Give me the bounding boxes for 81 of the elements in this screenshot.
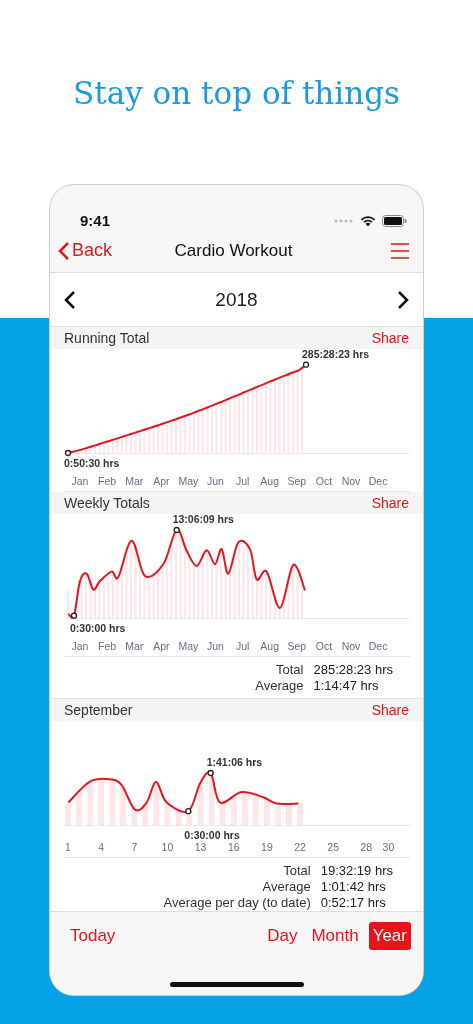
value-annotation: 0:50:30 hrs [64,457,120,469]
chevron-right-icon [397,289,409,310]
status-time: 9:41 [80,212,111,229]
axis-label: Oct [315,640,333,652]
axis-label: Mar [125,640,144,652]
data-point [173,526,180,534]
previous-year-button[interactable] [64,289,76,310]
axis-label: Jul [235,475,250,487]
today-button[interactable]: Today [66,922,120,950]
axis-label: Jun [207,475,224,487]
axis-label: 13 [194,841,207,853]
axis-label: May [178,640,199,652]
axis-label: 25 [327,841,340,853]
axis-label: Mar [125,475,144,487]
share-button[interactable]: Share [371,495,409,511]
stat-value: 19:32:19 hrs [320,863,393,878]
data-point [185,808,192,815]
section-title: Running Total [64,330,150,346]
axis-label: Sep [287,640,307,652]
value-annotation: 1:41:06 hrs [206,756,263,768]
stat-label: Total [282,863,311,878]
axis-label: Aug [260,475,280,487]
axis-label: 28 [360,841,373,853]
section-title: Weekly Totals [64,495,150,511]
axis-label: Aug [260,640,280,652]
value-annotation: 0:30:00 hrs [70,622,126,634]
data-point [70,612,78,619]
axis-label: Sep [287,475,307,487]
axis-label: Dec [368,640,388,652]
share-button[interactable]: Share [371,702,409,718]
axis-label: Jun [207,640,224,652]
stat-label: Average per day (to date) [162,895,311,910]
value-annotation: 285:28:23 hrs [302,347,370,360]
signal-icon [334,219,354,223]
stat-value: 0:52:17 hrs [320,895,387,910]
headline: Stay on top of things [73,73,400,113]
back-button[interactable]: Back [58,240,128,261]
axis-label: May [178,475,199,487]
axis-label: Dec [368,475,388,487]
stat-value: 1:14:47 hrs [313,678,380,693]
value-annotation: 0:30:00 hrs [184,829,240,841]
menu-icon [391,242,409,259]
chevron-left-icon [58,240,70,261]
data-point [302,361,310,368]
chevron-left-icon [64,289,76,310]
stat-label: Total [275,662,304,677]
data-point [64,449,72,457]
axis-label: Oct [315,475,333,487]
axis-label: Nov [341,475,361,487]
axis-label: 4 [98,841,105,853]
screen-title: Cardio Workout [174,240,293,261]
axis-label: 1 [65,841,71,853]
section-title: September [64,702,133,718]
stat-label: Average [261,879,311,894]
axis-label: Jan [71,640,89,652]
axis-label: Feb [98,640,117,652]
axis-label: 16 [227,841,240,853]
stat-label: Average [254,678,304,693]
period-tab[interactable]: Year [368,922,411,950]
data-point [207,769,214,777]
axis-label: Apr [153,475,170,487]
axis-label: Jul [235,640,250,652]
stat-value: 285:28:23 hrs [313,662,393,677]
axis-label: 22 [294,841,306,853]
axis-label: 19 [261,841,273,853]
axis-label: 30 [382,841,395,853]
axis-label: 7 [131,841,138,853]
axis-label: Jan [71,475,89,487]
period-tab[interactable]: Month [307,922,363,950]
share-button[interactable]: Share [371,330,409,346]
stat-value: 1:01:42 hrs [320,879,387,894]
year-label: 2018 [215,288,258,311]
axis-label: 10 [161,841,174,853]
wifi-icon [360,215,376,227]
axis-label: Apr [153,640,170,652]
period-tab[interactable]: Day [263,922,302,950]
next-year-button[interactable] [397,289,409,310]
value-annotation: 13:06:09 hrs [172,513,234,525]
axis-label: Nov [341,640,361,652]
battery-icon [382,215,407,227]
axis-label: Feb [98,475,117,487]
